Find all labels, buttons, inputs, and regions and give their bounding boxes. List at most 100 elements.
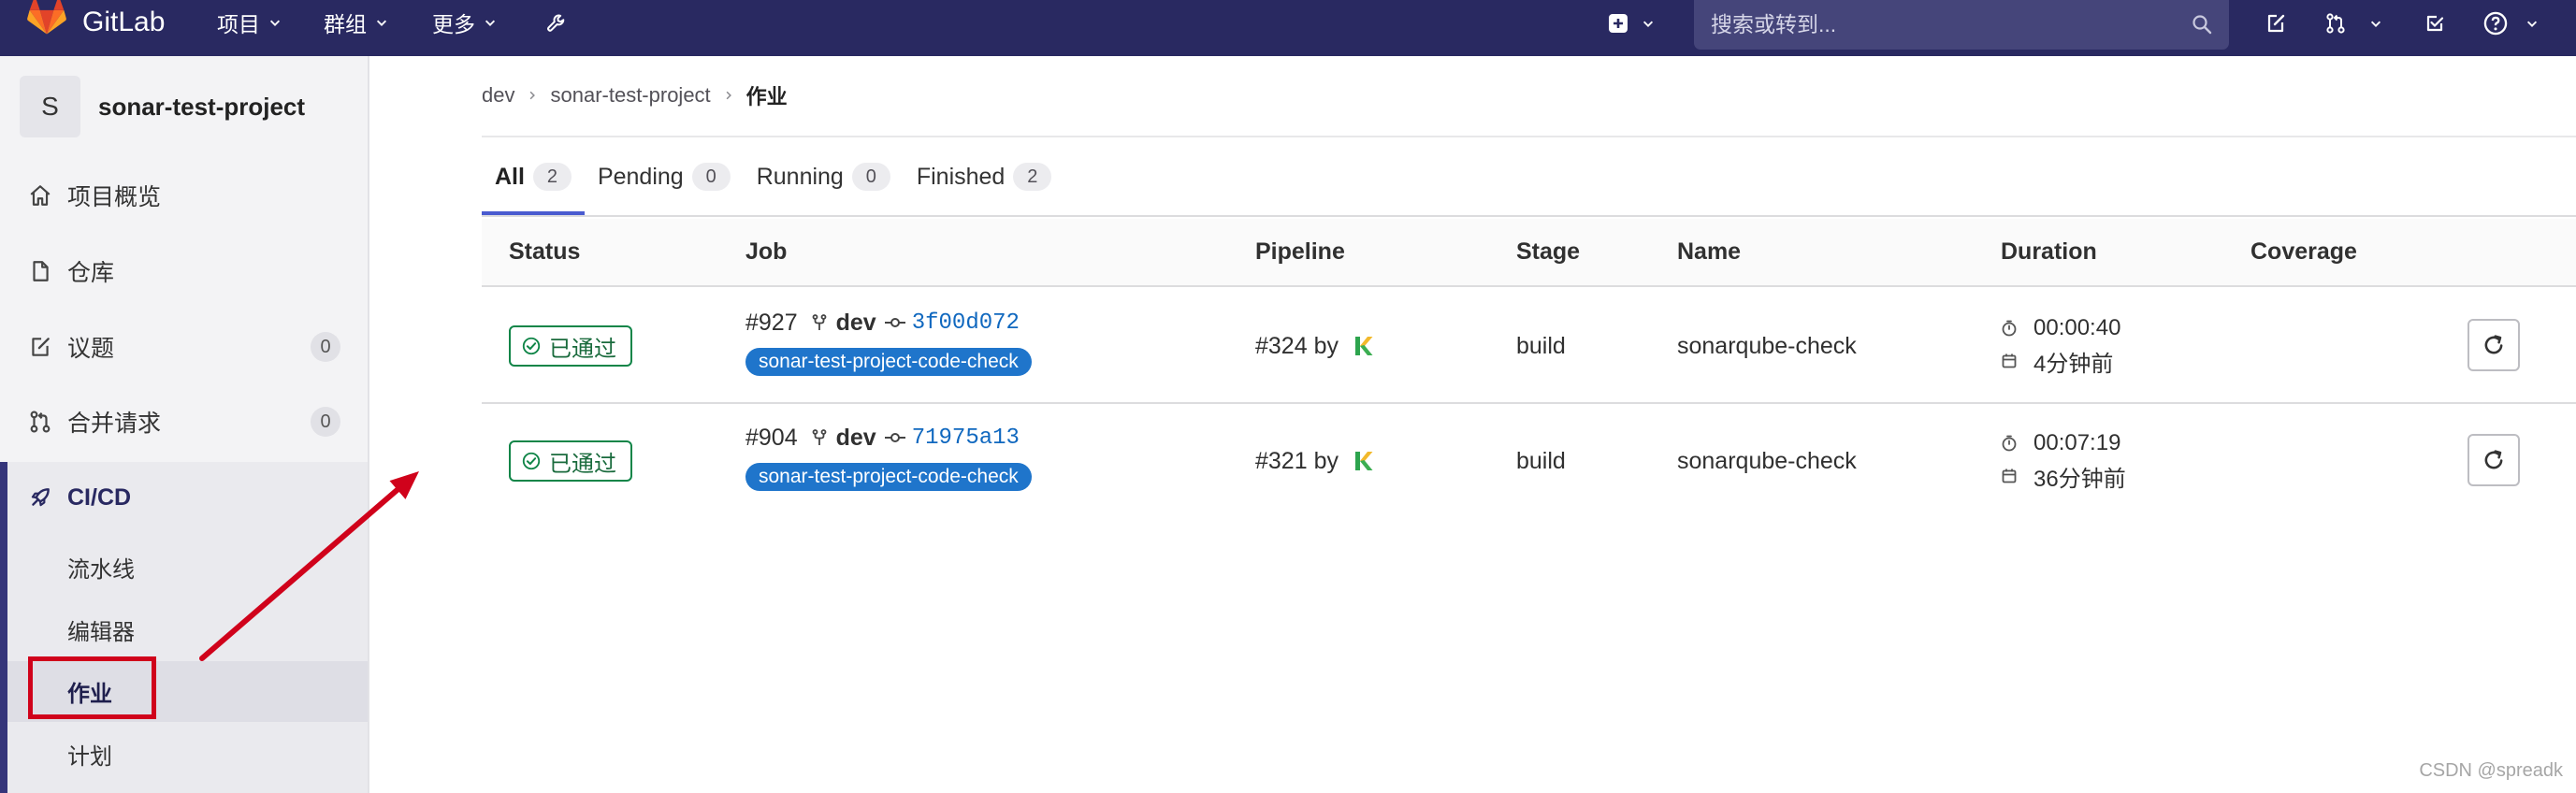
commit-sha-link[interactable]: 3f00d072: [912, 310, 1020, 336]
sidebar-subitem-schedules[interactable]: 计划: [7, 724, 368, 785]
breadcrumb-project[interactable]: sonar-test-project: [550, 83, 710, 108]
breadcrumb-current[interactable]: 作业: [746, 80, 788, 110]
watermark: CSDN @spreadk: [2419, 760, 2563, 781]
column-header-job: Job: [745, 238, 788, 265]
tab-label: All: [495, 163, 525, 190]
job-name-cell: sonarqube-check: [1677, 333, 1857, 359]
sidebar-section-cicd: CI/CD 流水线 编辑器 作业 计划: [0, 462, 368, 793]
status-label: 已通过: [549, 451, 616, 477]
retry-job-button[interactable]: [2467, 434, 2520, 486]
job-name-cell: sonarqube-check: [1677, 448, 1857, 474]
new-item-plus-icon[interactable]: [1607, 12, 1629, 35]
job-id-link[interactable]: #927: [745, 310, 798, 337]
check-circle-icon: [522, 337, 541, 355]
commit-icon: [884, 433, 905, 442]
check-circle-icon: [522, 452, 541, 470]
sidebar-subitem-editor[interactable]: 编辑器: [7, 599, 368, 660]
search-input[interactable]: [1694, 0, 2180, 50]
wrench-icon[interactable]: [545, 12, 568, 35]
tab-count-badge: 2: [532, 163, 572, 191]
chevron-right-icon: [726, 91, 731, 100]
timer-icon: [2002, 320, 2017, 337]
project-avatar[interactable]: S: [20, 76, 80, 137]
finished-time-line: 36分钟前: [2001, 461, 2126, 492]
sidebar-item-label: CI/CD: [67, 483, 132, 511]
gitlab-logo-icon[interactable]: [26, 0, 67, 36]
groups-menu[interactable]: 群组: [324, 2, 388, 43]
chevron-down-icon[interactable]: [2525, 17, 2539, 30]
duration-value: 00:00:40: [2033, 315, 2121, 340]
user-avatar[interactable]: [1347, 330, 1379, 362]
column-header-coverage: Coverage: [2250, 238, 2357, 265]
tab-pending[interactable]: Pending 0: [585, 138, 744, 215]
sidebar-item-merge-requests[interactable]: 合并请求 0: [0, 392, 368, 452]
projects-menu-label: 项目: [217, 12, 260, 36]
job-id-link[interactable]: #904: [745, 425, 798, 452]
finished-time-line: 4分钟前: [2001, 346, 2114, 377]
jobs-table-header: Status Job Pipeline Stage Name Duration …: [482, 219, 2576, 287]
duration-line: 00:00:40: [2001, 313, 2120, 343]
job-tag-badge: sonar-test-project-code-check: [745, 463, 1032, 491]
tab-running[interactable]: Running 0: [744, 138, 904, 215]
sidebar-item-issues[interactable]: 议题 0: [0, 317, 368, 377]
search-box[interactable]: [1694, 0, 2229, 50]
issues-icon[interactable]: [2265, 12, 2287, 35]
help-icon[interactable]: [2482, 10, 2509, 36]
tab-all[interactable]: All 2: [482, 138, 585, 215]
sidebar-subitem-pipelines[interactable]: 流水线: [7, 537, 368, 598]
tab-label: Finished: [916, 163, 1006, 190]
merge-request-icon[interactable]: [2324, 12, 2347, 35]
column-header-stage: Stage: [1516, 238, 1581, 265]
job-info: #904 dev 71975a13: [745, 423, 1020, 453]
groups-menu-label: 群组: [324, 12, 367, 36]
column-header-pipeline: Pipeline: [1255, 238, 1345, 265]
tab-label: Running: [756, 163, 844, 190]
branch-name-link[interactable]: dev: [836, 425, 876, 452]
search-icon: [2192, 15, 2212, 35]
annotation-highlight-box: [28, 656, 156, 719]
merge-requests-count-badge: 0: [311, 407, 340, 437]
commit-sha-link[interactable]: 71975a13: [912, 425, 1020, 451]
chevron-down-icon: [485, 20, 496, 26]
retry-job-button[interactable]: [2467, 319, 2520, 371]
pipeline-by-text: by: [1313, 447, 1339, 474]
pipeline-cell: #324 by: [1255, 330, 1379, 362]
rocket-icon: [31, 488, 50, 507]
finished-ago-value: 4分钟前: [2033, 351, 2114, 377]
breadcrumb-group[interactable]: dev: [482, 83, 514, 108]
sidebar-item-repository[interactable]: 仓库: [0, 241, 368, 301]
breadcrumb-divider: [482, 136, 2576, 137]
table-row: 已通过 #927 dev 3f00d072 sonar-test-project…: [482, 289, 2576, 404]
document-icon: [33, 261, 49, 281]
pipeline-id-link[interactable]: #321: [1255, 448, 1308, 475]
status-badge[interactable]: 已通过: [509, 440, 632, 482]
branch-name-link[interactable]: dev: [836, 310, 876, 337]
issues-count-badge: 0: [311, 332, 340, 362]
more-menu[interactable]: 更多: [432, 2, 497, 43]
sidebar-item-cicd[interactable]: CI/CD: [7, 468, 368, 527]
chevron-down-icon[interactable]: [1642, 17, 1655, 30]
sidebar-item-project-overview[interactable]: 项目概览: [0, 166, 368, 225]
pipeline-id-link[interactable]: #324: [1255, 333, 1308, 360]
stage-cell: build: [1516, 333, 1566, 359]
chevron-down-icon[interactable]: [2369, 17, 2382, 30]
retry-icon: [2484, 450, 2503, 469]
duration-value: 00:07:19: [2033, 430, 2121, 455]
finished-ago-value: 36分钟前: [2033, 466, 2126, 492]
sidebar-item-label: 议题: [67, 336, 115, 362]
job-info: #927 dev 3f00d072: [745, 308, 1020, 338]
retry-icon: [2484, 335, 2503, 354]
user-avatar[interactable]: [1347, 445, 1379, 477]
chevron-down-icon: [376, 20, 387, 26]
tab-finished[interactable]: Finished 2: [904, 138, 1065, 215]
table-row: 已通过 #904 dev 71975a13 sonar-test-project…: [482, 404, 2576, 519]
stage-cell: build: [1516, 448, 1566, 474]
project-name[interactable]: sonar-test-project: [98, 88, 305, 125]
status-badge[interactable]: 已通过: [509, 325, 632, 367]
branch-icon: [812, 314, 827, 330]
brand-name[interactable]: GitLab: [82, 2, 165, 43]
todo-icon[interactable]: [2424, 12, 2446, 35]
projects-menu[interactable]: 项目: [217, 2, 282, 43]
issues-icon: [32, 338, 50, 356]
job-tag-badge: sonar-test-project-code-check: [745, 348, 1032, 376]
